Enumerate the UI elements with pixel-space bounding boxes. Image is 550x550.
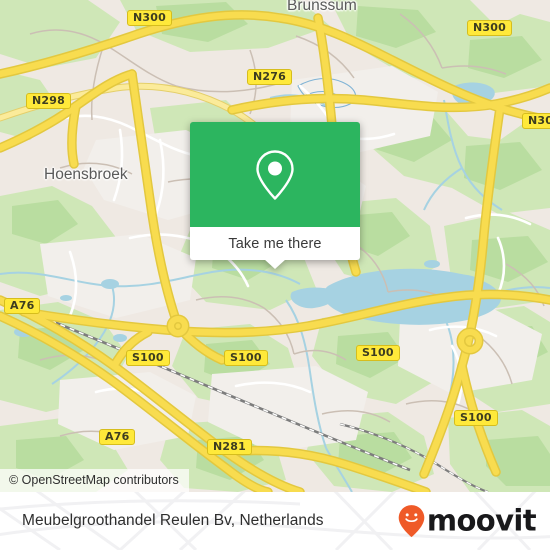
popup-tail — [264, 259, 286, 269]
road-shield-n300-1[interactable]: N300 — [127, 10, 172, 26]
footer-bar: Meubelgroothandel Reulen Bv, Netherlands… — [0, 492, 550, 550]
road-shield-s100-2[interactable]: S100 — [224, 350, 268, 366]
popup-image-panel — [190, 122, 360, 227]
road-shield-n298[interactable]: N298 — [26, 93, 71, 109]
road-shield-s100-3[interactable]: S100 — [356, 345, 400, 361]
moovit-smiley-pin-icon — [398, 505, 425, 538]
moovit-wordmark: moovit — [426, 503, 537, 538]
road-shield-n281[interactable]: N281 — [207, 439, 252, 455]
road-shield-a76-2[interactable]: A76 — [99, 429, 136, 445]
place-label-hoensbroek: Hoensbroek — [44, 166, 128, 183]
location-popup[interactable]: Take me there — [190, 122, 360, 269]
road-shield-n300-3[interactable]: N300 — [522, 113, 550, 129]
map-screenshot: Hoensbroek Brunssum N300 N298 N276 N300 … — [0, 0, 550, 550]
popup-action-bar[interactable]: Take me there — [190, 227, 360, 269]
moovit-logo[interactable]: moovit — [398, 503, 537, 538]
road-shield-s100-4[interactable]: S100 — [454, 410, 498, 426]
map-pin-icon — [256, 149, 294, 200]
place-label-brunssum: Brunssum — [287, 0, 357, 14]
map-canvas[interactable]: Hoensbroek Brunssum N300 N298 N276 N300 … — [0, 0, 550, 492]
road-shield-a76-1[interactable]: A76 — [4, 298, 41, 314]
take-me-there-label: Take me there — [228, 235, 322, 252]
road-shield-s100-1[interactable]: S100 — [126, 350, 170, 366]
osm-attribution[interactable]: © OpenStreetMap contributors — [0, 469, 189, 492]
road-shield-n300-2[interactable]: N300 — [467, 20, 512, 36]
page-title: Meubelgroothandel Reulen Bv, Netherlands — [22, 512, 324, 529]
road-shield-n276[interactable]: N276 — [247, 69, 292, 85]
